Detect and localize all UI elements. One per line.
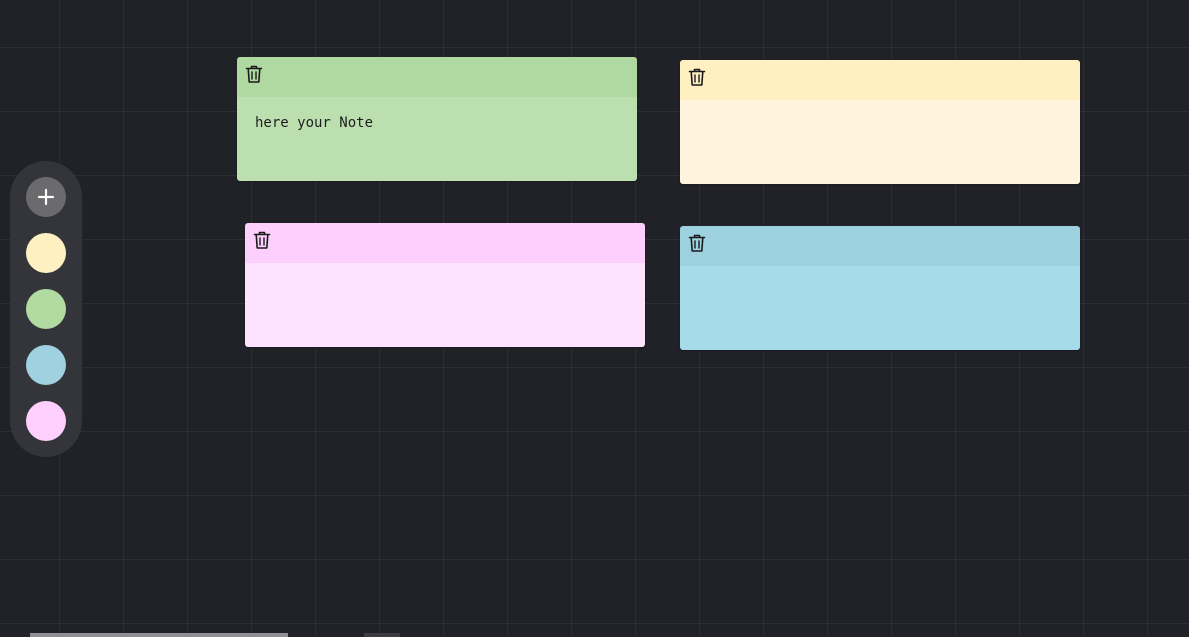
trash-icon[interactable]	[688, 233, 706, 253]
scrollbar-track-segment	[364, 633, 400, 637]
note-header[interactable]	[245, 223, 645, 263]
swatch-yellow[interactable]	[26, 233, 66, 273]
swatch-blue[interactable]	[26, 345, 66, 385]
note-text-area[interactable]	[680, 100, 1080, 184]
note-green: here your Note	[237, 57, 637, 181]
note-text-area[interactable]	[245, 263, 645, 347]
note-text-area[interactable]: here your Note	[237, 97, 637, 181]
trash-icon[interactable]	[688, 67, 706, 87]
note-header[interactable]	[680, 60, 1080, 100]
trash-icon[interactable]	[253, 230, 271, 250]
note-blue	[680, 226, 1080, 350]
add-note-button[interactable]	[26, 177, 66, 217]
note-header[interactable]	[237, 57, 637, 97]
swatch-pink[interactable]	[26, 401, 66, 441]
note-pink	[245, 223, 645, 347]
swatch-green[interactable]	[26, 289, 66, 329]
note-text-area[interactable]	[680, 266, 1080, 350]
color-palette	[10, 161, 82, 457]
note-header[interactable]	[680, 226, 1080, 266]
note-yellow	[680, 60, 1080, 184]
trash-icon[interactable]	[245, 64, 263, 84]
horizontal-scrollbar[interactable]	[30, 633, 288, 637]
plus-icon	[37, 188, 55, 206]
